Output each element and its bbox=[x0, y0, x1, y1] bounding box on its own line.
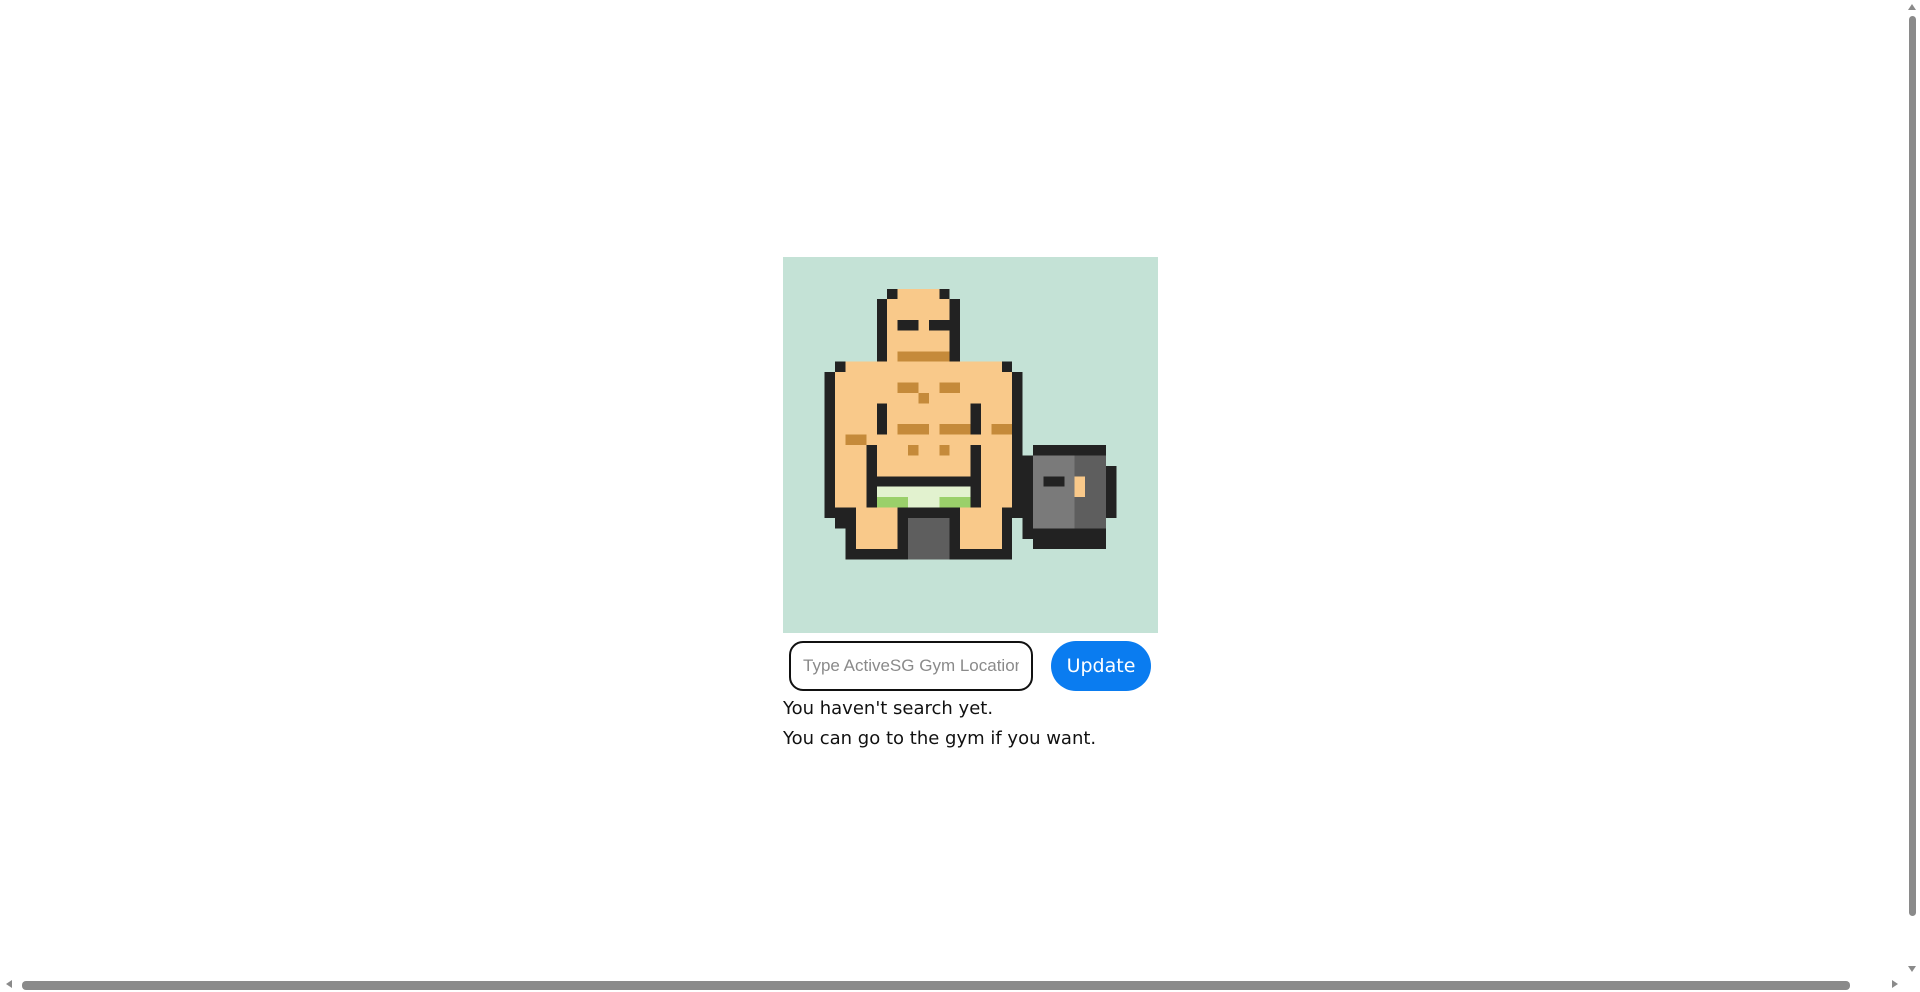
scroll-up-arrow-icon[interactable] bbox=[1908, 4, 1916, 10]
status-line-search: You haven't search yet. bbox=[783, 698, 994, 719]
vertical-scrollbar[interactable] bbox=[1904, 0, 1920, 976]
scroll-left-arrow-icon[interactable] bbox=[6, 980, 12, 988]
vertical-scroll-thumb[interactable] bbox=[1909, 16, 1916, 916]
main-container: Update You haven't search yet. You can g… bbox=[783, 257, 1158, 749]
update-button[interactable]: Update bbox=[1051, 641, 1151, 691]
muscle-man-icon bbox=[824, 288, 1117, 560]
scroll-down-arrow-icon[interactable] bbox=[1908, 966, 1916, 972]
gym-illustration bbox=[783, 257, 1158, 633]
status-message: You haven't search yet. You can go to th… bbox=[783, 694, 1183, 754]
status-line-gym: You can go to the gym if you want. bbox=[783, 728, 1097, 749]
scroll-right-arrow-icon[interactable] bbox=[1892, 980, 1898, 988]
page: Update You haven't search yet. You can g… bbox=[0, 0, 1904, 976]
scrollbar-corner bbox=[1904, 976, 1920, 992]
search-form: Update bbox=[783, 639, 1158, 691]
gym-location-input[interactable] bbox=[789, 641, 1033, 691]
horizontal-scroll-thumb[interactable] bbox=[22, 981, 1850, 990]
horizontal-scrollbar[interactable] bbox=[0, 976, 1904, 992]
